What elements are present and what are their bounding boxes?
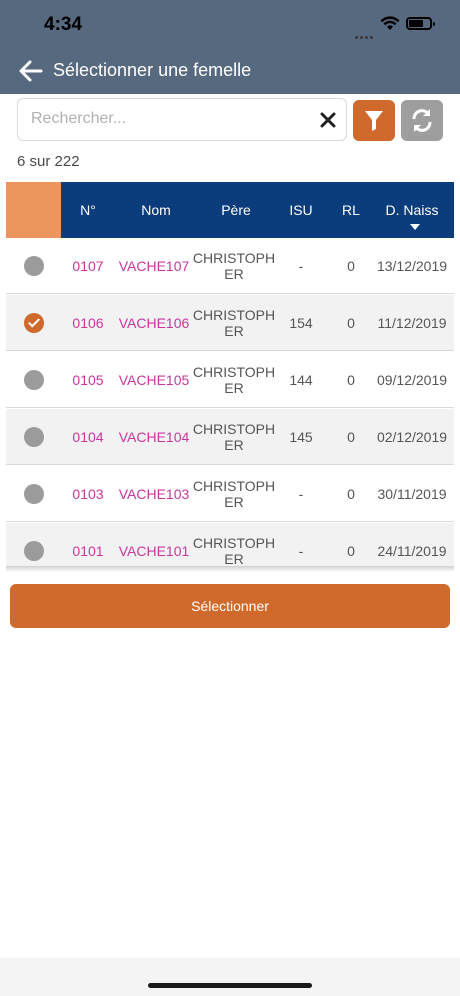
clear-icon[interactable]: [318, 110, 338, 130]
radio-unchecked-icon[interactable]: [24, 427, 44, 447]
radio-unchecked-icon[interactable]: [24, 541, 44, 561]
cell-rl: 0: [347, 486, 355, 502]
cell-pere-line2: ER: [224, 551, 244, 567]
wifi-icon: [380, 16, 400, 30]
cell-rl: 0: [347, 315, 355, 331]
back-arrow-icon[interactable]: [18, 60, 44, 82]
cell-isu: -: [298, 486, 304, 502]
cell-pere: CHRISTOPH ER: [192, 307, 276, 339]
cell-num: 0105: [72, 372, 104, 388]
radio-unchecked-icon[interactable]: [24, 484, 44, 504]
table-row[interactable]: 0101 VACHE101 CHRISTOPH ER - 0 24/11/2019: [6, 523, 454, 572]
filter-button[interactable]: [353, 100, 395, 141]
radio-unchecked-icon[interactable]: [24, 256, 44, 276]
cell-pere: CHRISTOPH ER: [192, 364, 276, 396]
home-area: [0, 958, 460, 996]
cell-nom: VACHE104: [118, 429, 190, 445]
cell-nom: VACHE101: [118, 543, 190, 559]
cell-isu: 154: [289, 315, 313, 331]
cell-pere: CHRISTOPH ER: [192, 478, 276, 510]
cell-nom: VACHE105: [118, 372, 190, 388]
page-title: Sélectionner une femelle: [53, 60, 252, 80]
cell-pere-line2: ER: [224, 494, 244, 510]
header-isu[interactable]: ISU: [281, 202, 321, 218]
table-row[interactable]: 0103 VACHE103 CHRISTOPH ER - 0 30/11/2019: [6, 466, 454, 522]
cell-pere-line2: ER: [224, 323, 244, 339]
cell-rl: 0: [347, 372, 355, 388]
cell-pere-line2: ER: [224, 380, 244, 396]
cell-num: 0101: [72, 543, 104, 559]
cell-date: 30/11/2019: [377, 486, 447, 502]
cell-pere: CHRISTOPH ER: [192, 250, 276, 282]
cell-num: 0107: [72, 258, 104, 274]
cell-rl: 0: [347, 429, 355, 445]
signal-icon: [355, 26, 377, 39]
cell-pere: CHRISTOPH ER: [192, 421, 276, 453]
select-column-header: [6, 182, 61, 238]
cell-pere-line2: ER: [224, 437, 244, 453]
cell-isu: -: [298, 258, 304, 274]
radio-checked-icon[interactable]: [24, 313, 44, 333]
select-button[interactable]: Sélectionner: [10, 584, 450, 628]
table-bottom-shadow: [6, 566, 454, 572]
cell-num: 0106: [72, 315, 104, 331]
cell-date: 13/12/2019: [376, 258, 448, 274]
cell-nom: VACHE107: [118, 258, 190, 274]
cell-date: 02/12/2019: [376, 429, 448, 445]
cell-pere-line1: CHRISTOPH: [192, 478, 276, 494]
cell-date: 24/11/2019: [377, 543, 447, 559]
cell-pere-line1: CHRISTOPH: [192, 421, 276, 437]
cell-num: 0104: [72, 429, 104, 445]
cell-rl: 0: [347, 258, 355, 274]
table-header: N° Nom Père ISU RL D. Naiss: [6, 182, 454, 238]
cell-rl: 0: [347, 543, 355, 559]
table-row[interactable]: 0106 VACHE106 CHRISTOPH ER 154 0 11/12/20…: [6, 295, 454, 351]
home-indicator[interactable]: [148, 983, 312, 988]
header-nom[interactable]: Nom: [116, 202, 196, 218]
cell-pere-line1: CHRISTOPH: [192, 535, 276, 551]
refresh-icon: [412, 109, 432, 132]
cell-date: 11/12/2019: [377, 315, 447, 331]
cell-pere-line2: ER: [224, 266, 244, 282]
radio-unchecked-icon[interactable]: [24, 370, 44, 390]
search-field[interactable]: [17, 98, 347, 141]
cell-isu: -: [298, 543, 304, 559]
cell-pere-line1: CHRISTOPH: [192, 364, 276, 380]
table-row[interactable]: 0107 VACHE107 CHRISTOPH ER - 0 13/12/2019: [6, 238, 454, 294]
cell-pere-line1: CHRISTOPH: [192, 307, 276, 323]
cell-nom: VACHE103: [118, 486, 190, 502]
table-row[interactable]: 0105 VACHE105 CHRISTOPH ER 144 0 09/12/20…: [6, 352, 454, 408]
battery-icon: [406, 17, 435, 30]
header-date[interactable]: D. Naiss: [370, 202, 454, 218]
header-rl[interactable]: RL: [336, 202, 366, 218]
female-table: N° Nom Père ISU RL D. Naiss 0107 VACHE10…: [6, 182, 454, 572]
cell-num: 0103: [72, 486, 104, 502]
search-input[interactable]: [29, 109, 313, 129]
cell-isu: 144: [289, 372, 313, 388]
cell-nom: VACHE106: [118, 315, 190, 331]
filter-icon: [365, 111, 383, 131]
table-row[interactable]: 0104 VACHE104 CHRISTOPH ER 145 0 02/12/20…: [6, 409, 454, 465]
sort-desc-icon: [410, 224, 420, 230]
header-pere[interactable]: Père: [196, 202, 276, 218]
header-num[interactable]: N°: [68, 202, 108, 218]
refresh-button[interactable]: [401, 100, 443, 141]
status-time: 4:34: [44, 14, 83, 35]
cell-pere: CHRISTOPH ER: [192, 535, 276, 567]
cell-pere-line1: CHRISTOPH: [192, 250, 276, 266]
cell-isu: 145: [289, 429, 313, 445]
cell-date: 09/12/2019: [376, 372, 448, 388]
result-count: 6 sur 222: [17, 153, 80, 170]
